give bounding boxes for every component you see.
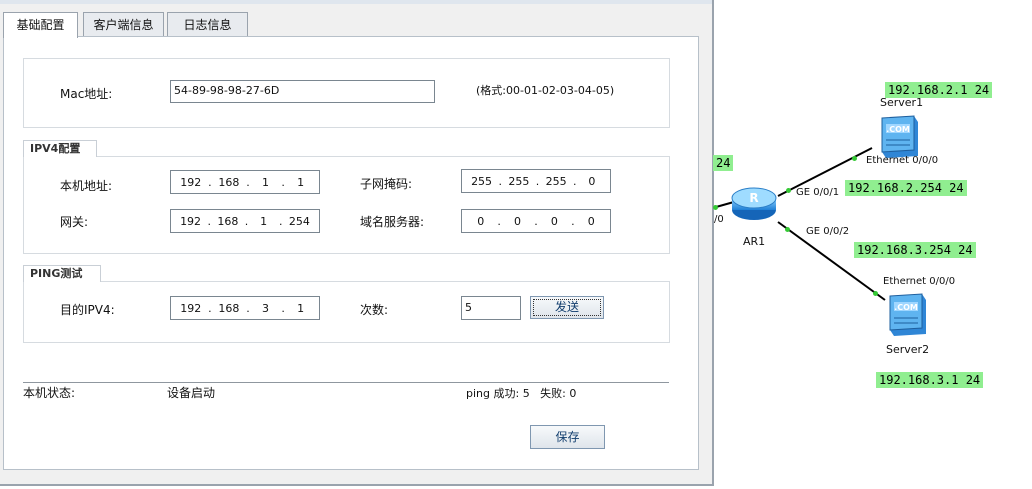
server2-port: Ethernet 0/0/0 — [883, 276, 956, 287]
router-port-ge001: GE 0/0/1 — [796, 187, 840, 198]
router-name: AR1 — [743, 235, 766, 248]
server1-icon[interactable]: .COM — [878, 114, 920, 158]
svg-text:R: R — [749, 191, 758, 205]
svg-text:.COM: .COM — [886, 125, 910, 134]
router-ge001-ip: 192.168.2.254 24 — [845, 180, 967, 196]
router-icon[interactable]: R — [730, 182, 778, 222]
link-node — [785, 227, 790, 232]
server2-ip: 192.168.3.1 24 — [876, 372, 984, 388]
partial-ip-label: 24 — [713, 155, 734, 171]
server2-icon[interactable]: .COM — [886, 292, 928, 336]
server1-ip: 192.168.2.1 24 — [885, 82, 993, 98]
svg-text:.COM: .COM — [894, 303, 918, 312]
server1-port: Ethernet 0/0/0 — [866, 155, 939, 166]
server2-name: Server2 — [886, 343, 930, 356]
link-node — [786, 188, 791, 193]
link-node — [713, 205, 718, 210]
link-node — [852, 156, 857, 161]
tab-basic-config[interactable]: 基础配置 — [3, 12, 78, 38]
router-ge002-ip: 192.168.3.254 24 — [854, 242, 976, 258]
router-port-ge002: GE 0/0/2 — [806, 226, 850, 237]
link-node — [873, 291, 878, 296]
partial-port-label: /0 — [714, 214, 724, 225]
